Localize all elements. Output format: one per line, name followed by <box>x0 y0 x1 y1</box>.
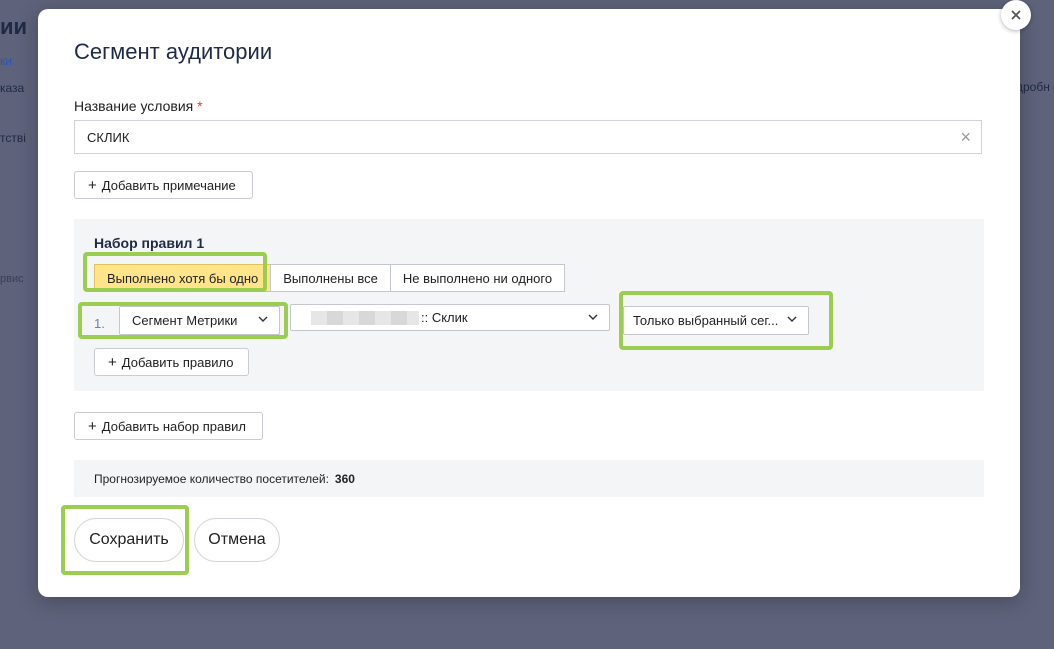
plus-icon: + <box>88 417 97 435</box>
chevron-down-icon <box>786 313 798 328</box>
redacted-counter-name <box>311 310 419 325</box>
required-mark: * <box>197 98 203 114</box>
rule-type-select[interactable]: Сегмент Метрики <box>119 306 280 335</box>
chevron-down-icon <box>587 311 599 326</box>
forecast-bar: Прогнозируемое количество посетителей: 3… <box>74 460 984 497</box>
mode-any[interactable]: Выполнено хотя бы одно <box>94 264 272 292</box>
rule-number: 1. <box>94 316 105 331</box>
background-left-fragments: ии ки каза тствi рвис <box>0 0 40 649</box>
add-ruleset-button[interactable]: + Добавить набор правил <box>74 412 263 440</box>
bg-fragment: рвис <box>0 273 24 285</box>
mode-all[interactable]: Выполнены все <box>270 264 391 292</box>
plus-icon: + <box>108 353 117 371</box>
condition-name-input[interactable]: СКЛИК × <box>74 120 982 154</box>
ruleset-mode-switch: Выполнено хотя бы одно Выполнены все Не … <box>94 264 566 292</box>
forecast-value: 360 <box>334 471 355 486</box>
bg-fragment: тствi <box>0 131 26 145</box>
modal-title: Сегмент аудитории <box>74 39 273 64</box>
mode-none[interactable]: Не выполнено ни одного <box>389 264 566 292</box>
ruleset-title: Набор правил 1 <box>94 235 205 251</box>
bg-fragment: ки <box>0 54 12 68</box>
add-rule-button[interactable]: + Добавить правило <box>94 348 249 376</box>
cancel-button[interactable]: Отмена <box>194 518 280 562</box>
close-icon[interactable] <box>1001 0 1031 30</box>
ruleset-panel: Набор правил 1 Выполнено хотя бы одно Вы… <box>74 219 984 391</box>
add-note-button[interactable]: + Добавить примечание <box>74 171 253 199</box>
bg-fragment: каза <box>0 81 25 95</box>
forecast-label: Прогнозируемое количество посетителей: <box>94 471 329 486</box>
condition-name-label: Название условия * <box>74 98 203 114</box>
clear-icon[interactable]: × <box>960 128 971 146</box>
save-button[interactable]: Сохранить <box>74 518 184 562</box>
background-right-fragment: дробн <box>1018 80 1050 94</box>
chevron-down-icon <box>257 313 269 328</box>
condition-name-value: СКЛИК <box>87 129 130 145</box>
segment-select[interactable]: :: Склик <box>290 304 610 331</box>
plus-icon: + <box>88 176 97 194</box>
segment-scope-select[interactable]: Только выбранный сег... <box>623 306 809 335</box>
audience-segment-modal: Сегмент аудитории Название условия * СКЛ… <box>38 9 1020 597</box>
bg-fragment: ии <box>0 14 28 39</box>
